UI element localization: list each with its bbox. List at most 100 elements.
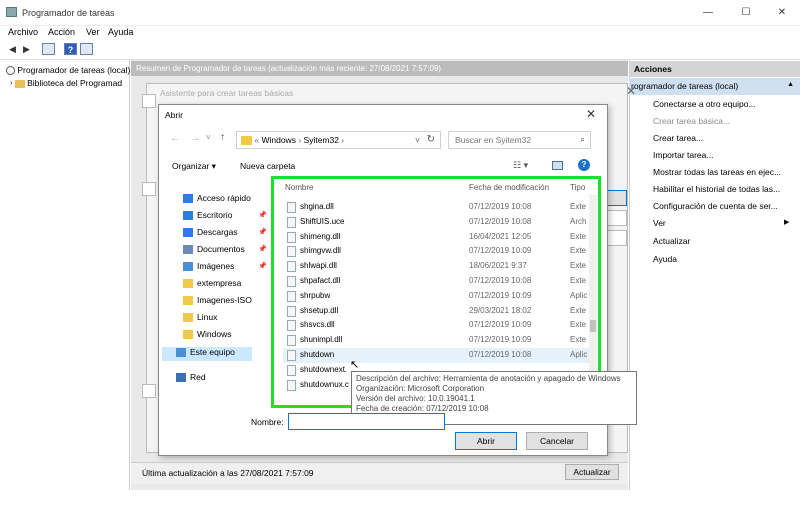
cancel-button[interactable]: Cancelar xyxy=(526,432,588,450)
recent-dropdown-icon[interactable]: ˅ xyxy=(206,133,211,142)
filename-input[interactable] xyxy=(288,413,445,430)
nav-item-label: Imágenes xyxy=(197,261,235,271)
address-bar[interactable]: « Windows › Syitem32 › ˅ ↻ xyxy=(236,131,441,149)
view-options-icon[interactable]: ☷ ▾ xyxy=(513,160,528,171)
pin-icon: 📌 xyxy=(258,246,267,253)
action-item[interactable]: Configuración de cuenta de ser... xyxy=(653,201,778,211)
navigation-tree: Programador de tareas (local) › Bibliote… xyxy=(0,60,130,490)
nav-item-label: Red xyxy=(190,372,206,382)
open-button[interactable]: Abrir xyxy=(455,432,517,450)
nav-item[interactable]: Descargas xyxy=(183,227,238,238)
close-button[interactable]: ✕ xyxy=(764,0,800,26)
tree-root[interactable]: Programador de tareas (local) xyxy=(6,65,130,76)
nav-item[interactable]: Windows xyxy=(183,329,232,340)
preview-pane-icon[interactable] xyxy=(552,161,563,170)
minimize-button[interactable]: — xyxy=(690,0,726,26)
pictures-icon xyxy=(183,262,193,272)
nav-item[interactable]: Escritorio xyxy=(183,210,233,221)
action-item[interactable]: Mostrar todas las tareas en ejec... xyxy=(653,167,781,177)
documents-icon xyxy=(183,245,193,255)
menu-bar: Archivo Acción Ver Ayuda xyxy=(0,26,800,40)
maximize-button[interactable]: ☐ xyxy=(728,0,764,26)
nav-item-label: Documentos xyxy=(197,244,245,254)
nav-item-label: Linux xyxy=(197,312,218,322)
open-dialog-close-icon[interactable]: ✕ xyxy=(586,107,596,121)
nav-item[interactable]: Este equipo xyxy=(162,347,252,361)
show-hide-tree-icon[interactable] xyxy=(42,43,55,55)
folder-icon xyxy=(183,330,193,340)
menu-ver[interactable]: Ver xyxy=(86,27,100,37)
wizard-fragment xyxy=(142,94,156,108)
task-scheduler-icon xyxy=(6,7,17,17)
download-icon xyxy=(183,228,193,238)
submenu-arrow-icon: ▶ xyxy=(784,219,790,226)
open-dialog-title: Abrir xyxy=(165,110,183,120)
nav-item[interactable]: Acceso rápido xyxy=(183,193,251,204)
action-item[interactable]: Ayuda xyxy=(653,254,677,264)
collapse-arrow-icon[interactable]: ▲ xyxy=(787,81,794,88)
actions-subheader: rogramador de tareas (local) ▲ xyxy=(629,78,800,95)
folder-icon xyxy=(14,79,25,88)
nav-item-label: Windows xyxy=(197,329,232,339)
expand-icon[interactable]: › xyxy=(10,80,12,87)
mouse-cursor-icon: ↖ xyxy=(350,359,360,371)
network-icon xyxy=(176,373,186,383)
breadcrumb-windows[interactable]: Windows xyxy=(261,135,295,145)
nav-item-label: Acceso rápido xyxy=(197,193,251,203)
nav-item-label: extempresa xyxy=(197,278,242,288)
show-hide-actions-icon[interactable] xyxy=(80,43,93,55)
tooltip-line: Versión del archivo: 10.0.19041.1 xyxy=(356,394,475,403)
action-item[interactable]: Habilitar el historial de todas las... xyxy=(653,184,780,194)
tooltip-line: Descripción del archivo: Herramienta de … xyxy=(356,374,621,383)
address-dropdown-icon[interactable]: ˅ xyxy=(415,135,420,145)
action-item[interactable]: Crear tarea... xyxy=(653,133,703,143)
pin-icon: 📌 xyxy=(258,263,267,270)
nav-item-label: Imagenes-ISO xyxy=(197,295,252,305)
filename-label: Nombre: xyxy=(251,417,284,427)
back-arrow-icon[interactable]: ← xyxy=(170,133,180,144)
nav-item[interactable]: Linux xyxy=(183,312,218,323)
center-header: Resumen de Programador de tareas (actual… xyxy=(131,61,628,76)
search-input[interactable]: Buscar en Syitem32 ⌕ xyxy=(448,131,591,149)
nav-item-label: Escritorio xyxy=(197,210,233,220)
tooltip-line: Organización: Microsoft Corporation xyxy=(356,384,485,393)
action-item[interactable]: Ver xyxy=(653,218,666,228)
refresh-icon[interactable]: ↻ xyxy=(427,134,435,145)
menu-ayuda[interactable]: Ayuda xyxy=(108,27,133,37)
clock-icon xyxy=(6,66,15,76)
nav-item-label: Descargas xyxy=(197,227,238,237)
wizard-fragment xyxy=(142,384,156,398)
folder-icon xyxy=(241,136,252,146)
tree-library[interactable]: › Biblioteca del Programad xyxy=(10,78,122,88)
breadcrumb-system32[interactable]: Syitem32 xyxy=(304,135,339,145)
nav-item-label: Este equipo xyxy=(190,347,235,357)
nav-item[interactable]: Imagenes-ISO xyxy=(183,295,252,306)
action-item[interactable]: Crear tarea básica... xyxy=(653,116,730,126)
computer-icon xyxy=(176,348,186,358)
folder-icon xyxy=(183,279,193,289)
refresh-button[interactable]: Actualizar xyxy=(565,464,619,480)
nav-item[interactable]: Imágenes xyxy=(183,261,235,272)
organize-button[interactable]: Organizar ▾ xyxy=(172,161,216,172)
command-bar: Organizar ▾ Nueva carpeta ☷ ▾ ? xyxy=(158,156,608,176)
wizard-close-icon[interactable]: ✕ xyxy=(626,84,636,98)
forward-arrow-icon[interactable]: → xyxy=(190,133,200,144)
toolbar: ◀ ▶ ? xyxy=(0,40,800,60)
action-item[interactable]: Actualizar xyxy=(653,236,690,246)
menu-archivo[interactable]: Archivo xyxy=(8,27,38,37)
nav-item[interactable]: extempresa xyxy=(183,278,242,289)
nav-item[interactable]: Documentos xyxy=(183,244,245,255)
nav-item[interactable]: Red xyxy=(176,372,206,383)
help-icon[interactable]: ? xyxy=(578,159,590,171)
title-bar: Programador de tareas — ☐ ✕ xyxy=(0,0,800,26)
help-icon[interactable]: ? xyxy=(64,43,77,55)
actions-header: Acciones xyxy=(629,61,800,77)
folder-icon xyxy=(183,296,193,306)
back-arrow-icon[interactable]: ◀ xyxy=(6,43,19,55)
forward-arrow-icon[interactable]: ▶ xyxy=(20,43,33,55)
action-item[interactable]: Conectarse a otro equipo... xyxy=(653,99,756,109)
action-item[interactable]: Importar tarea... xyxy=(653,150,713,160)
up-arrow-icon[interactable]: ↑ xyxy=(220,132,225,143)
menu-accion[interactable]: Acción xyxy=(48,27,75,37)
new-folder-button[interactable]: Nueva carpeta xyxy=(240,161,295,171)
